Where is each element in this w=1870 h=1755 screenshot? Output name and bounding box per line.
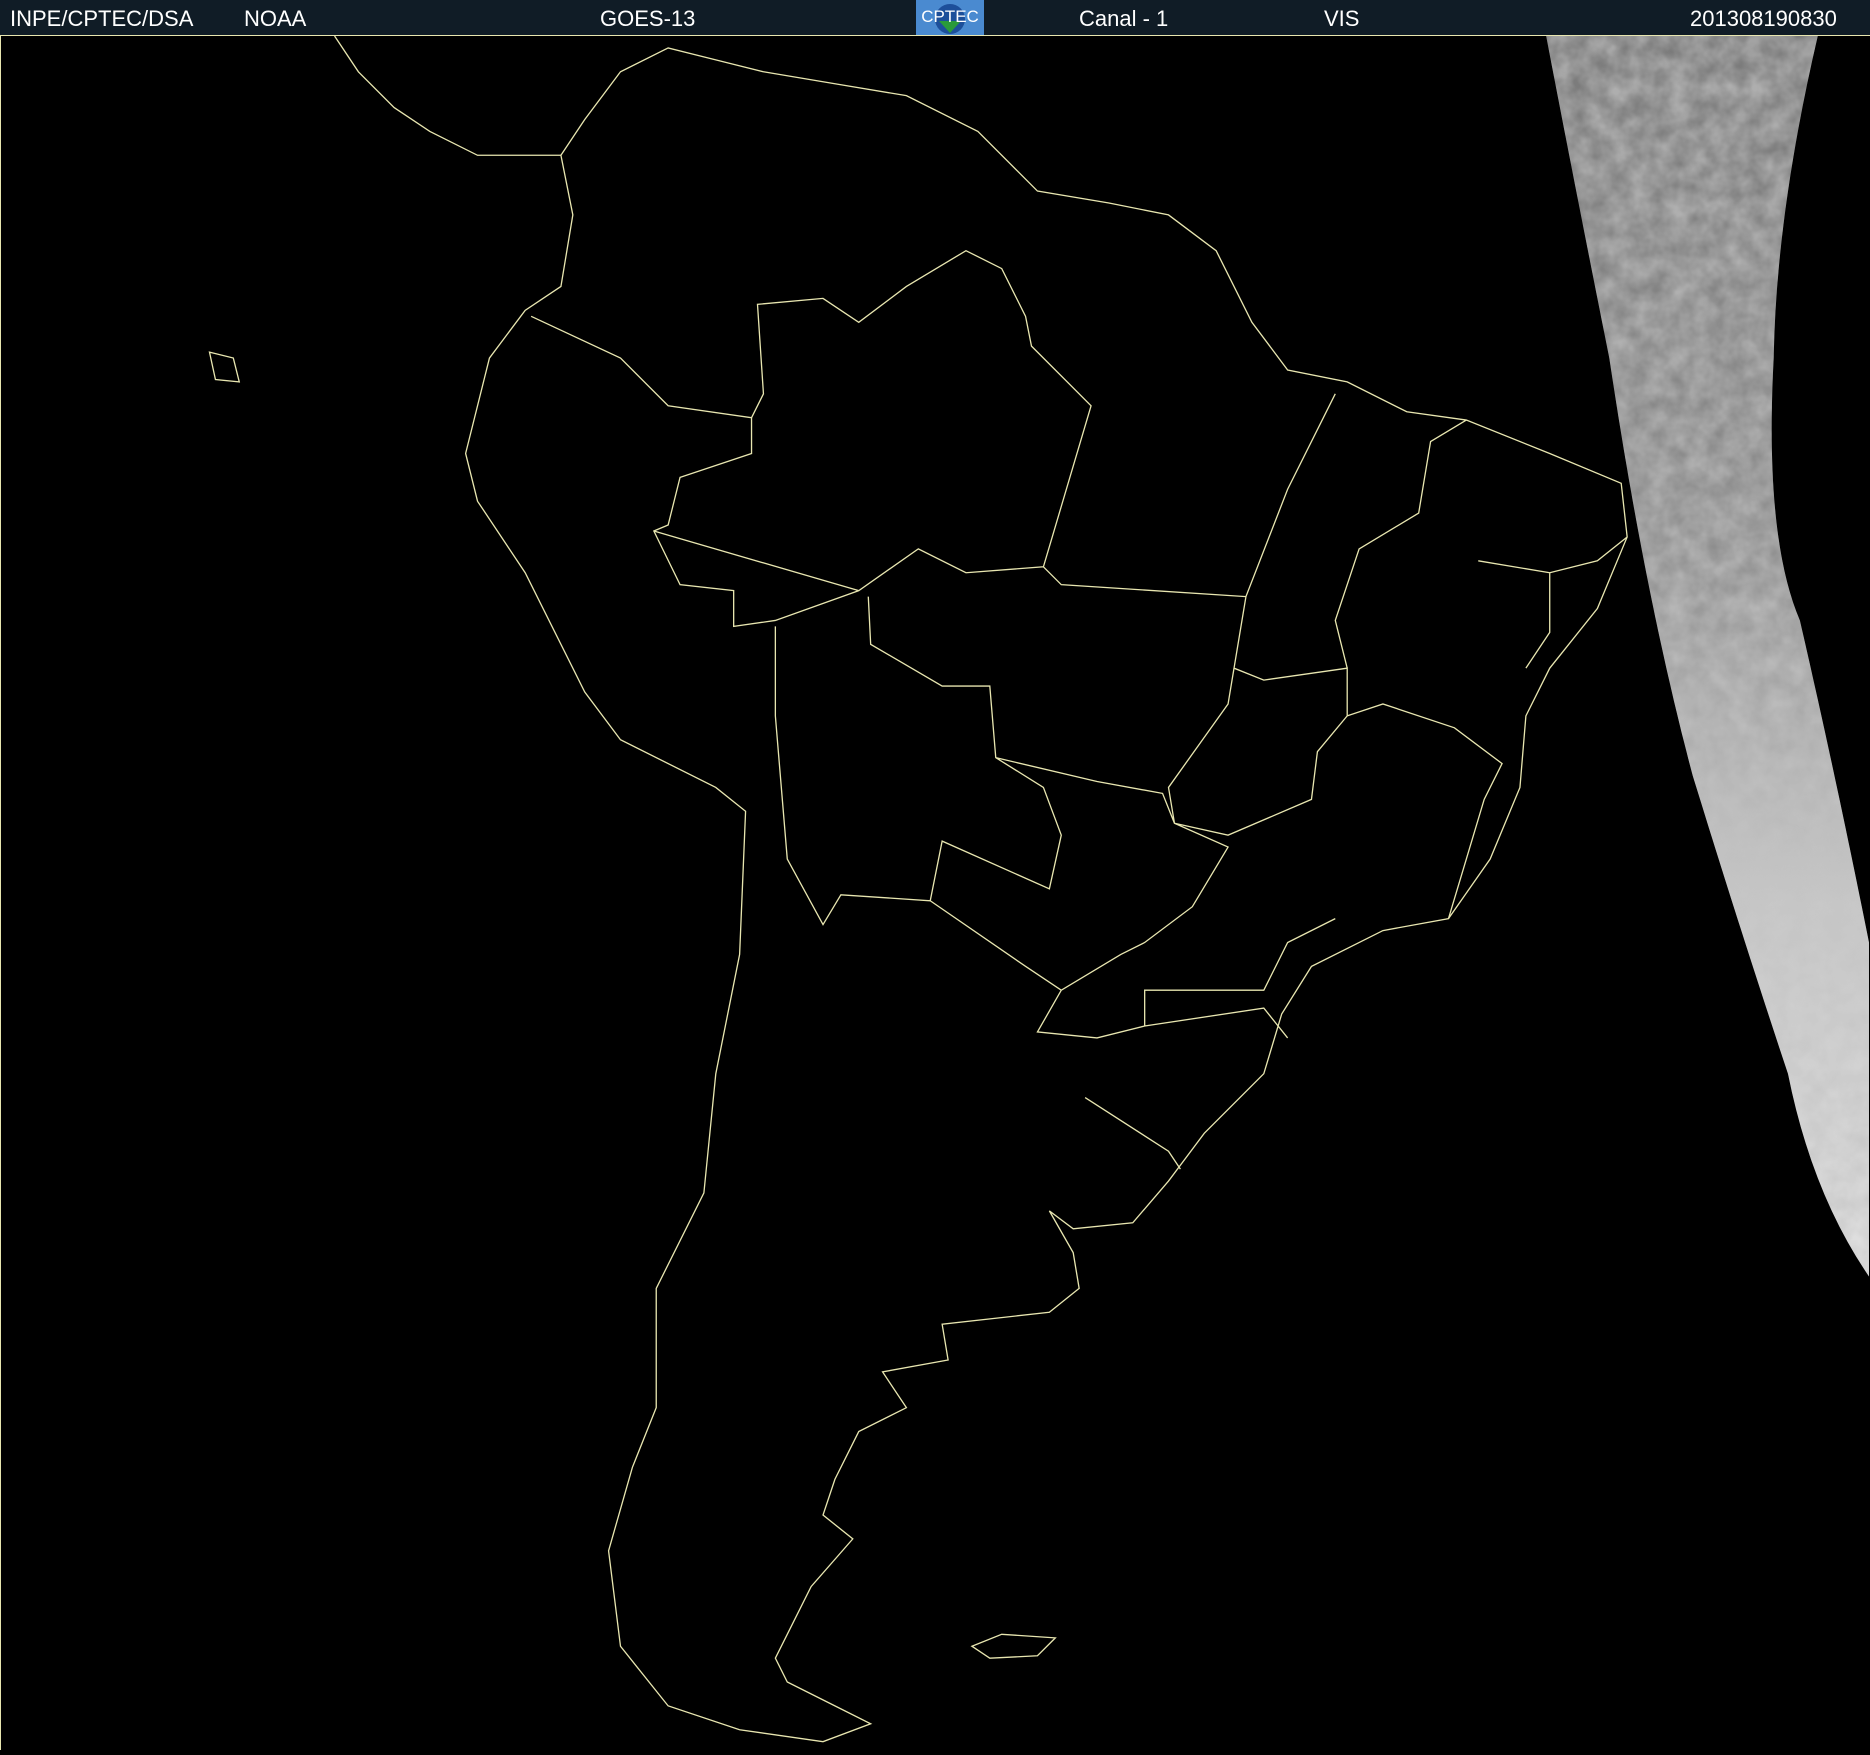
band-label: VIS — [1324, 6, 1360, 31]
institution-label: INPE/CPTEC/DSA — [10, 6, 194, 31]
falklands-coastline — [970, 1633, 1057, 1659]
timestamp-label: 201308190830 — [1690, 6, 1837, 31]
satellite-label: GOES-13 — [600, 6, 696, 31]
central-america-coastline — [334, 35, 561, 156]
channel-label: Canal - 1 — [1079, 6, 1169, 31]
svg-text:CPTEC: CPTEC — [921, 7, 979, 26]
satellite-map — [0, 35, 1870, 1750]
header-bar: INPE/CPTEC/DSA NOAA GOES-13 CPTEC Canal … — [0, 0, 1870, 36]
cloud-imagery-strip — [1546, 36, 1869, 1277]
cptec-logo: CPTEC — [916, 0, 984, 35]
galapagos-coastline — [208, 351, 241, 383]
south-america-coastline — [464, 47, 1628, 1743]
coastline-layer — [208, 35, 1628, 1743]
agency-label: NOAA — [244, 6, 307, 31]
country-borders — [530, 249, 1628, 1170]
